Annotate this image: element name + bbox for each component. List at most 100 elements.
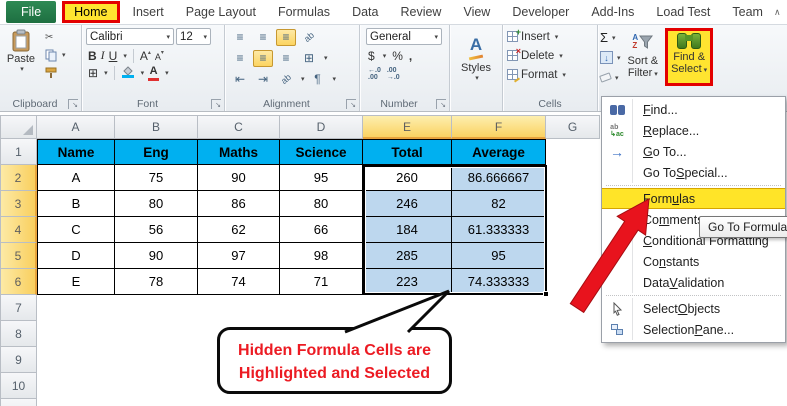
tab-home-highlighted[interactable]: Home	[62, 1, 120, 23]
menu-item-find[interactable]: Find...	[602, 99, 785, 120]
align-bottom-button-active[interactable]: ≡	[276, 28, 296, 46]
cell-f4[interactable]: 61.333333	[452, 217, 546, 243]
dialog-launcher-icon[interactable]: ↘	[211, 98, 221, 109]
decrease-decimal-button[interactable]: .00 →.0	[387, 67, 400, 81]
cell-a6[interactable]: E	[37, 269, 115, 295]
cell-d1[interactable]: Science	[280, 139, 363, 165]
tab-file[interactable]: File	[6, 1, 57, 23]
decrease-indent-button[interactable]: ⇤	[230, 71, 250, 88]
tab-insert[interactable]: Insert	[122, 2, 175, 22]
align-top-button[interactable]: ≡	[230, 29, 250, 46]
cell-c1[interactable]: Maths	[198, 139, 280, 165]
tab-developer[interactable]: Developer	[501, 2, 580, 22]
align-middle-button[interactable]: ≡	[253, 29, 273, 46]
menu-item-go-to-special[interactable]: Go To Special...	[602, 162, 785, 183]
cell-a2[interactable]: A	[37, 165, 115, 191]
cell-b6[interactable]: 78	[115, 269, 198, 295]
fill-handle[interactable]	[543, 291, 549, 297]
row-header-7[interactable]: 7	[0, 295, 37, 321]
cell-d5[interactable]: 98	[280, 243, 363, 269]
cell-e2-active[interactable]: 260	[363, 165, 452, 191]
cell-a5[interactable]: D	[37, 243, 115, 269]
shrink-font-button[interactable]: A▾	[155, 49, 164, 63]
row-header-6-selected[interactable]: 6	[0, 269, 37, 295]
tab-team[interactable]: Team	[721, 2, 774, 22]
tab-page-layout[interactable]: Page Layout	[175, 2, 267, 22]
menu-item-data-validation[interactable]: Data Validation	[602, 272, 785, 293]
cell-a4[interactable]: C	[37, 217, 115, 243]
tab-formulas[interactable]: Formulas	[267, 2, 341, 22]
column-header-c[interactable]: C	[198, 115, 280, 139]
tab-add-ins[interactable]: Add-Ins	[580, 2, 645, 22]
fill-button[interactable]: ↓ ▾	[600, 49, 621, 66]
row-header-8[interactable]: 8	[0, 321, 37, 347]
cell-e1[interactable]: Total	[363, 139, 452, 165]
styles-button[interactable]: A Styles ▾	[458, 27, 494, 84]
column-header-a[interactable]: A	[37, 115, 115, 139]
cell-b1[interactable]: Eng	[115, 139, 198, 165]
cell-c3[interactable]: 86	[198, 191, 280, 217]
align-right-button[interactable]: ≡	[276, 50, 296, 67]
cell-b4[interactable]: 56	[115, 217, 198, 243]
grow-font-button[interactable]: A▴	[140, 49, 151, 63]
row-header-1[interactable]: 1	[0, 139, 37, 165]
clear-button[interactable]: ▾	[599, 69, 621, 86]
cell-d3[interactable]: 80	[280, 191, 363, 217]
autosum-button[interactable]: Σ ▾	[600, 29, 621, 46]
cell-b3[interactable]: 80	[115, 191, 198, 217]
row-header-5-selected[interactable]: 5	[0, 243, 37, 269]
select-all-corner[interactable]	[0, 115, 37, 139]
text-direction-button[interactable]: ¶	[308, 71, 328, 88]
column-header-d[interactable]: D	[280, 115, 363, 139]
cell-f3[interactable]: 82	[452, 191, 546, 217]
cell-f5[interactable]: 95	[452, 243, 546, 269]
column-header-f-selected[interactable]: F	[452, 115, 546, 139]
cell-f6[interactable]: 74.333333	[452, 269, 546, 295]
cell-c5[interactable]: 97	[198, 243, 280, 269]
tab-load-test[interactable]: Load Test	[645, 2, 721, 22]
menu-item-formulas-highlighted[interactable]: Form u las	[602, 188, 785, 209]
cell-a1[interactable]: Name	[37, 139, 115, 165]
cut-button[interactable]: ✂	[43, 29, 69, 45]
cell-e4[interactable]: 184	[363, 217, 452, 243]
insert-cells-button[interactable]: + Insert ▾	[505, 27, 595, 46]
underline-button[interactable]: U	[109, 49, 118, 63]
sort-filter-button[interactable]: AZ Sort & Filter ▾	[625, 27, 662, 86]
row-header-10[interactable]: 10	[0, 373, 37, 399]
paste-button[interactable]: Paste ▾	[2, 27, 40, 81]
format-cells-button[interactable]: Format ▾	[505, 65, 595, 84]
wrap-text-button[interactable]: ab	[276, 71, 296, 88]
format-painter-button[interactable]	[43, 65, 69, 81]
cell-d4[interactable]: 66	[280, 217, 363, 243]
tab-data[interactable]: Data	[341, 2, 389, 22]
cell-a3[interactable]: B	[37, 191, 115, 217]
collapse-ribbon-icon[interactable]: ∧	[774, 7, 781, 18]
align-left-button[interactable]: ≡	[230, 50, 250, 67]
merge-center-button[interactable]: ⊞	[299, 50, 319, 67]
number-format-combo[interactable]: General ▾	[366, 28, 442, 45]
column-header-g[interactable]: G	[546, 115, 600, 139]
cell-c4[interactable]: 62	[198, 217, 280, 243]
tab-review[interactable]: Review	[389, 2, 452, 22]
delete-cells-button[interactable]: × Delete ▾	[505, 46, 595, 65]
cell-b2[interactable]: 75	[115, 165, 198, 191]
tab-view[interactable]: View	[452, 2, 501, 22]
bold-button[interactable]: B	[88, 49, 97, 63]
accounting-format-button[interactable]: $	[368, 49, 375, 63]
cell-c2[interactable]: 90	[198, 165, 280, 191]
column-header-b[interactable]: B	[115, 115, 198, 139]
percent-style-button[interactable]: %	[392, 49, 403, 63]
font-name-combo[interactable]: Calibri ▾	[86, 28, 174, 45]
cell-f2[interactable]: 86.666667	[452, 165, 546, 191]
menu-item-selection-pane[interactable]: Selection Pane...	[602, 319, 785, 340]
column-header-e-selected[interactable]: E	[363, 115, 452, 139]
cell-f1[interactable]: Average	[452, 139, 546, 165]
font-color-button[interactable]: A	[148, 65, 160, 81]
cell-d2[interactable]: 95	[280, 165, 363, 191]
menu-item-constants[interactable]: Co n stants	[602, 251, 785, 272]
font-size-combo[interactable]: 12 ▾	[176, 28, 211, 45]
dialog-launcher-icon[interactable]: ↘	[436, 98, 446, 109]
row-header-11[interactable]: 11	[0, 399, 37, 406]
dialog-launcher-icon[interactable]: ↘	[346, 98, 356, 109]
italic-button[interactable]: I	[101, 48, 105, 63]
